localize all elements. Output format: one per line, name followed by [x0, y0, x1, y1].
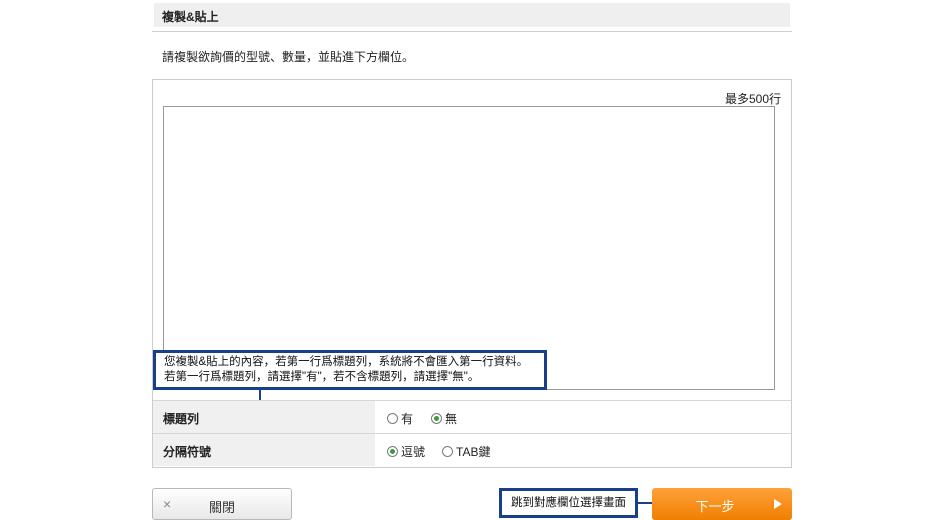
- next-step-button[interactable]: 下一步: [652, 488, 792, 520]
- header-row-callout: 您複製&貼上的內容，若第一行爲標題列，系統將不會匯入第一行資料。 若第一行爲標題…: [153, 350, 547, 390]
- section-header: 複製&貼上: [152, 0, 792, 32]
- header-row-yes-radio[interactable]: 有: [387, 410, 413, 427]
- radio-circle-icon[interactable]: [442, 446, 453, 457]
- delimiter-comma-radio[interactable]: 逗號: [387, 443, 425, 460]
- close-button-label: 關閉: [208, 500, 235, 515]
- delimiter-label: 分隔符號: [163, 445, 212, 459]
- radio-circle-icon[interactable]: [387, 446, 398, 457]
- radio-circle-icon[interactable]: [387, 413, 398, 424]
- close-button[interactable]: × 關閉: [152, 488, 292, 520]
- section-header-bar: 複製&貼上: [154, 3, 790, 27]
- header-row-label-cell: 標題列: [153, 401, 375, 433]
- play-arrow-icon: [774, 499, 782, 509]
- delimiter-tab-radio[interactable]: TAB鍵: [442, 443, 490, 460]
- header-row-label: 標題列: [163, 412, 200, 426]
- delimiter-value-cell: 逗號 TAB鍵: [377, 434, 791, 466]
- paste-panel: 最多500行 您複製&貼上的內容，若第一行爲標題列，系統將不會匯入第一行資料。 …: [152, 79, 792, 468]
- callout-line-1: 您複製&貼上的內容，若第一行爲標題列，系統將不會匯入第一行資料。: [164, 356, 529, 368]
- radio-label: 逗號: [401, 445, 426, 459]
- delimiter-option: 分隔符號 逗號 TAB鍵: [153, 433, 791, 466]
- header-row-no-radio[interactable]: 無: [431, 410, 457, 427]
- max-lines-label: 最多500行: [724, 92, 781, 106]
- delimiter-label-cell: 分隔符號: [153, 434, 375, 466]
- header-row-option: 標題列 有 無: [153, 400, 791, 433]
- header-row-value-cell: 有 無: [377, 401, 791, 433]
- next-step-label: 下一步: [695, 499, 735, 514]
- paste-textarea[interactable]: [163, 106, 775, 390]
- callout-line-2: 若第一行爲標題列，請選擇"有"，若不含標題列，請選擇"無"。: [164, 371, 480, 383]
- instruction-text: 請複製欲詢價的型號、數量，並貼進下方欄位。: [162, 50, 415, 64]
- next-step-hint: 跳到對應欄位選擇畫面: [499, 488, 638, 518]
- section-title: 複製&貼上: [162, 10, 219, 24]
- radio-label: 無: [445, 412, 458, 426]
- radio-circle-icon[interactable]: [431, 413, 442, 424]
- radio-label: TAB鍵: [456, 445, 491, 459]
- radio-label: 有: [401, 412, 414, 426]
